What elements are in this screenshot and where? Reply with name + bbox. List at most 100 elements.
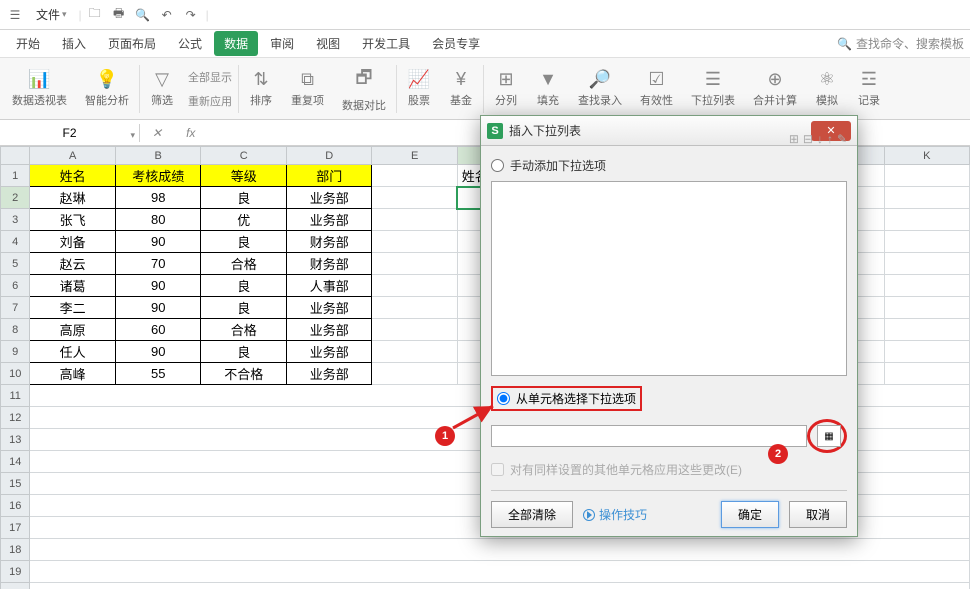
- cell[interactable]: 业务部: [286, 319, 372, 341]
- cell[interactable]: 55: [115, 363, 201, 385]
- cell[interactable]: 财务部: [286, 231, 372, 253]
- cell[interactable]: [372, 297, 457, 319]
- ok-button[interactable]: 确定: [721, 501, 779, 528]
- cell[interactable]: [884, 253, 969, 275]
- cell[interactable]: 90: [115, 231, 201, 253]
- row-header[interactable]: 1: [1, 165, 30, 187]
- cell[interactable]: 业务部: [286, 187, 372, 209]
- cell[interactable]: 业务部: [286, 297, 372, 319]
- cell[interactable]: [884, 187, 969, 209]
- tab-view[interactable]: 视图: [306, 31, 350, 56]
- redo-icon[interactable]: ↷: [182, 6, 200, 24]
- cell[interactable]: [884, 209, 969, 231]
- cell[interactable]: 任人: [30, 341, 116, 363]
- cell[interactable]: 考核成绩: [115, 165, 201, 187]
- ribbon-filter[interactable]: ▽筛选: [142, 58, 182, 119]
- ribbon-find[interactable]: 🔎查找录入: [570, 58, 630, 119]
- tab-start[interactable]: 开始: [6, 31, 50, 56]
- row-header[interactable]: 17: [1, 517, 30, 539]
- row-header[interactable]: 5: [1, 253, 30, 275]
- cell[interactable]: 98: [115, 187, 201, 209]
- cell[interactable]: 等级: [201, 165, 287, 187]
- cell[interactable]: 人事部: [286, 275, 372, 297]
- cell[interactable]: 60: [115, 319, 201, 341]
- tips-link[interactable]: 操作技巧: [583, 506, 647, 523]
- cell[interactable]: [372, 187, 457, 209]
- cell[interactable]: [884, 297, 969, 319]
- move-up-icon[interactable]: ↑: [827, 132, 833, 146]
- ribbon-fund[interactable]: ¥基金: [441, 58, 481, 119]
- edit-icon[interactable]: ✎: [837, 132, 847, 146]
- tab-formula[interactable]: 公式: [168, 31, 212, 56]
- row-header[interactable]: 15: [1, 473, 30, 495]
- row-header[interactable]: 13: [1, 429, 30, 451]
- row-header[interactable]: 18: [1, 539, 30, 561]
- ribbon-reapply[interactable]: 全部显示 重新应用: [184, 58, 236, 119]
- ribbon-stock[interactable]: 📈股票: [399, 58, 439, 119]
- row-header[interactable]: 16: [1, 495, 30, 517]
- row-header[interactable]: 20: [1, 583, 30, 589]
- cell[interactable]: [372, 231, 457, 253]
- cell[interactable]: 合格: [201, 319, 287, 341]
- select-range-button[interactable]: ▦: [817, 425, 841, 447]
- cell[interactable]: 张飞: [30, 209, 116, 231]
- col-header[interactable]: K: [884, 147, 969, 165]
- row-header[interactable]: 11: [1, 385, 30, 407]
- cell[interactable]: [372, 165, 457, 187]
- cell[interactable]: 良: [201, 297, 287, 319]
- cell[interactable]: 业务部: [286, 209, 372, 231]
- ribbon-sort[interactable]: ⇅排序: [241, 58, 281, 119]
- ribbon-dup[interactable]: ⧉重复项: [283, 58, 332, 119]
- row-header[interactable]: 7: [1, 297, 30, 319]
- ribbon-sim[interactable]: ⚛模拟: [807, 58, 847, 119]
- cell[interactable]: 良: [201, 275, 287, 297]
- name-box[interactable]: F2▾: [0, 124, 140, 142]
- cell[interactable]: 90: [115, 275, 201, 297]
- radio-from-cells[interactable]: [497, 392, 510, 405]
- ribbon-compare[interactable]: 🗗数据对比: [334, 58, 394, 119]
- fx-icon[interactable]: fx: [174, 126, 207, 140]
- cell[interactable]: 刘备: [30, 231, 116, 253]
- cell[interactable]: 部门: [286, 165, 372, 187]
- cell[interactable]: 高原: [30, 319, 116, 341]
- cell[interactable]: 业务部: [286, 363, 372, 385]
- cell[interactable]: [884, 165, 969, 187]
- print-icon[interactable]: 🖶: [110, 6, 128, 24]
- row-header[interactable]: 3: [1, 209, 30, 231]
- cell[interactable]: [372, 341, 457, 363]
- ribbon-valid[interactable]: ☑有效性: [632, 58, 681, 119]
- tab-review[interactable]: 审阅: [260, 31, 304, 56]
- tab-dev[interactable]: 开发工具: [352, 31, 420, 56]
- add-item-icon[interactable]: ⊞: [789, 132, 799, 146]
- cell[interactable]: 财务部: [286, 253, 372, 275]
- cancel-icon[interactable]: ✕: [140, 126, 174, 140]
- row-header[interactable]: 12: [1, 407, 30, 429]
- cell[interactable]: 90: [115, 341, 201, 363]
- hamburger-icon[interactable]: ☰: [6, 6, 24, 24]
- cell[interactable]: [884, 319, 969, 341]
- cell[interactable]: 合格: [201, 253, 287, 275]
- undo-icon[interactable]: ↶: [158, 6, 176, 24]
- command-search[interactable]: 🔍 查找命令、搜索模板: [837, 35, 964, 52]
- ribbon-fill[interactable]: ▼填充: [528, 58, 568, 119]
- cell[interactable]: [884, 341, 969, 363]
- manual-options-list[interactable]: [491, 181, 847, 376]
- cell-range-input[interactable]: [491, 425, 807, 447]
- cell[interactable]: 诸葛: [30, 275, 116, 297]
- row-header[interactable]: 8: [1, 319, 30, 341]
- radio-manual[interactable]: [491, 159, 504, 172]
- cell[interactable]: [372, 253, 457, 275]
- ribbon-dropdown[interactable]: ☰下拉列表: [683, 58, 743, 119]
- tab-layout[interactable]: 页面布局: [98, 31, 166, 56]
- col-header[interactable]: C: [201, 147, 287, 165]
- cell[interactable]: 业务部: [286, 341, 372, 363]
- cancel-button[interactable]: 取消: [789, 501, 847, 528]
- remove-item-icon[interactable]: ⊟: [803, 132, 813, 146]
- cell[interactable]: 高峰: [30, 363, 116, 385]
- row-header[interactable]: 4: [1, 231, 30, 253]
- tab-data[interactable]: 数据: [214, 31, 258, 56]
- cell[interactable]: 90: [115, 297, 201, 319]
- cell[interactable]: [884, 231, 969, 253]
- row-header[interactable]: 10: [1, 363, 30, 385]
- col-header[interactable]: A: [30, 147, 116, 165]
